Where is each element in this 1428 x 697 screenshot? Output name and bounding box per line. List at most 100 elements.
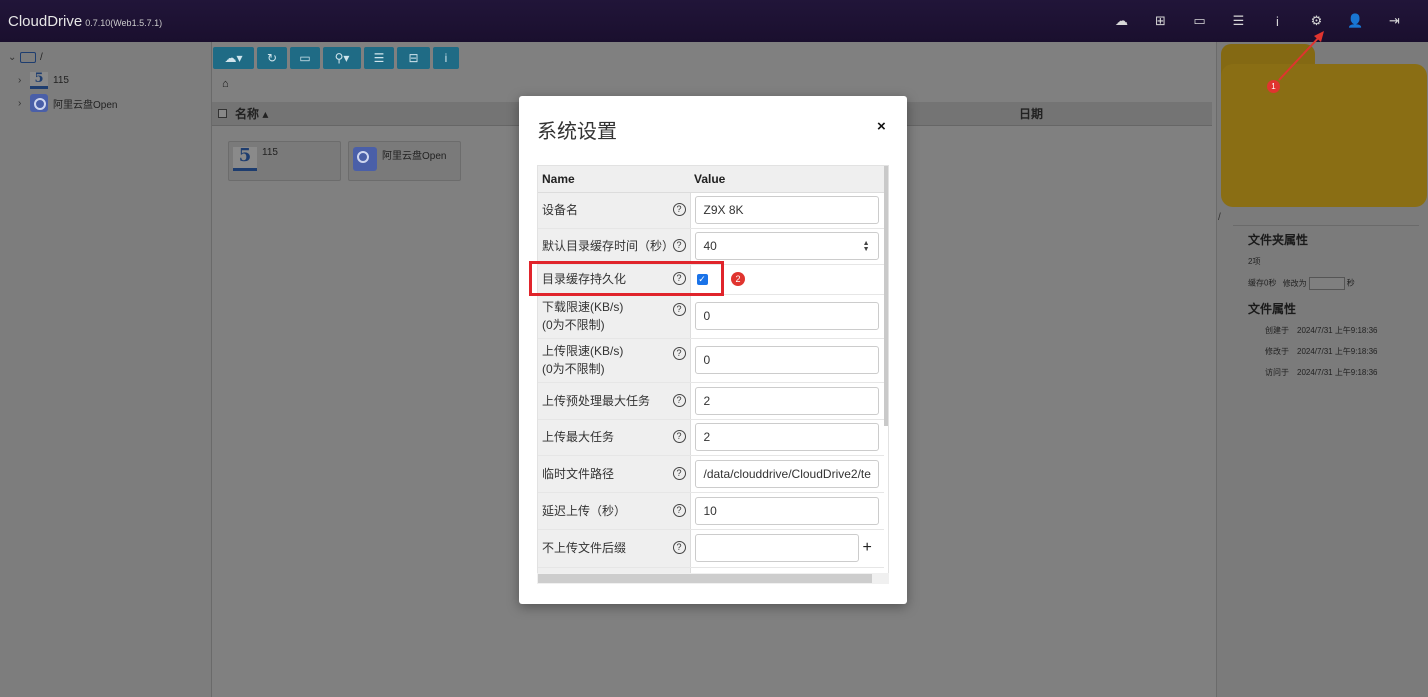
properties-panel: / 文件夹属性 2项 缓存0秒 修改为 秒 文件属性 创建于 2024/7/31 上… <box>1216 42 1428 697</box>
tree-root-label: / <box>40 52 43 63</box>
aliyun-logo-icon <box>353 147 377 171</box>
aliyun-logo-icon <box>30 94 48 112</box>
help-icon[interactable]: ? <box>672 503 686 517</box>
setting-name: 不上传文件后缀? <box>538 529 691 568</box>
upload-limit-input[interactable]: 0 <box>694 346 879 374</box>
chevron-right-icon[interactable]: › <box>18 75 30 86</box>
accessed-row: 访问于 2024/7/31 上午9:18:36 <box>1265 368 1378 377</box>
help-icon[interactable]: ? <box>672 466 686 480</box>
setting-row: 不上传文件后缀? + <box>538 529 884 568</box>
list-view-button[interactable]: ☰ <box>364 47 394 69</box>
preprocess-tasks-input[interactable]: 2 <box>694 386 879 415</box>
created-row: 创建于 2024/7/31 上午9:18:36 <box>1265 326 1378 335</box>
chevron-right-icon[interactable]: › <box>18 98 30 109</box>
sitemap-icon[interactable]: ⊞ <box>1141 13 1180 29</box>
settings-dialog: 系统设置 × Name Value 设备名? Z9X 8K 默认目录缓存时间（秒… <box>519 96 907 604</box>
cloud-dropdown-button[interactable]: ☁▾ <box>213 47 254 69</box>
dialog-title: 系统设置 <box>537 121 617 143</box>
search-dropdown-button[interactable]: ⚲▾ <box>323 47 361 69</box>
folder-props-title: 文件夹属性 <box>1248 233 1309 247</box>
monitor-icon[interactable]: ▭ <box>1180 13 1219 29</box>
settings-icon[interactable]: ⚙ <box>1297 13 1336 29</box>
setting-name: 设备名? <box>538 192 691 229</box>
setting-row: 延迟上传（秒）? 10 <box>538 492 884 530</box>
help-icon[interactable]: ? <box>672 541 686 554</box>
top-icons: ☁ ⊞ ▭ ☰ i ⚙ 👤 ⇥ <box>1102 0 1414 42</box>
tree-item-115[interactable]: › 5 115 <box>18 72 69 89</box>
spinner-icon[interactable]: ▲ ▼ <box>863 240 870 253</box>
device-name-input[interactable]: Z9X 8K <box>694 196 879 224</box>
upload-tasks-input[interactable]: 2 <box>694 423 879 451</box>
setting-name: 延迟上传（秒）? <box>538 492 691 530</box>
toolbar: ☁▾ ↻ ▭ ⚲▾ ☰ ⊟ i <box>213 47 459 69</box>
setting-name: 临时文件路径? <box>538 455 691 493</box>
cloud-icon[interactable]: ☁ <box>1102 13 1141 29</box>
file-tile-115[interactable]: 5 115 <box>228 141 341 181</box>
exclude-suffix-input[interactable] <box>694 534 859 562</box>
setting-name: 下载限速(KB/s) (0为不限制)? <box>538 294 691 339</box>
item-count: 2项 <box>1248 257 1261 266</box>
tree-item-label: 阿里云盘Open <box>53 99 118 111</box>
115-logo-icon: 5 <box>233 147 257 171</box>
refresh-button[interactable]: ↻ <box>257 47 287 69</box>
logout-icon[interactable]: ⇥ <box>1375 13 1414 29</box>
cache-time-input[interactable]: 40 ▲ ▼ <box>694 232 879 260</box>
modified-row: 修改于 2024/7/31 上午9:18:36 <box>1265 347 1378 356</box>
tree-view-button[interactable]: ⊟ <box>397 47 430 69</box>
app-version: 0.7.10(Web1.5.7.1) <box>85 17 163 28</box>
divider <box>1233 225 1419 226</box>
setting-row: 临时文件路径? /data/clouddrive/CloudDrive2/te <box>538 455 884 493</box>
setting-name: 上传预处理最大任务? <box>538 382 691 420</box>
temp-path-input[interactable]: /data/clouddrive/CloudDrive2/te <box>694 459 879 488</box>
setting-row: 上传预处理最大任务? 2 <box>538 382 884 420</box>
add-icon[interactable]: + <box>863 539 872 557</box>
annotation-arrow <box>1278 31 1324 81</box>
highlight-box <box>529 261 724 296</box>
select-all-checkbox[interactable] <box>218 109 227 118</box>
monitor-button[interactable]: ▭ <box>290 47 320 69</box>
task-list-icon[interactable]: ☰ <box>1219 13 1258 29</box>
delay-upload-input[interactable]: 10 <box>694 496 879 525</box>
folder-icon <box>20 52 36 63</box>
chevron-down-icon[interactable]: ⌄ <box>8 52 20 63</box>
setting-row: 上传最大任务? 2 <box>538 419 884 456</box>
help-icon[interactable]: ? <box>672 203 686 216</box>
column-header-name: Name <box>538 166 690 193</box>
app-brand: CloudDrive 0.7.10(Web1.5.7.1) <box>8 13 162 30</box>
setting-name: 上传限速(KB/s) (0为不限制)? <box>538 338 691 383</box>
close-icon[interactable]: × <box>877 118 886 135</box>
help-icon[interactable]: ? <box>672 302 686 316</box>
info-icon[interactable]: i <box>1258 14 1297 29</box>
download-limit-input[interactable]: 0 <box>694 302 879 330</box>
add-user-icon[interactable]: 👤 <box>1336 13 1375 29</box>
info-button[interactable]: i <box>433 47 459 69</box>
setting-row: 下载限速(KB/s) (0为不限制)? 0 <box>538 294 884 339</box>
home-icon[interactable]: ⌂ <box>222 78 229 90</box>
column-name[interactable]: 名称 ▴ <box>235 105 268 122</box>
cache-setting: 缓存0秒 修改为 秒 <box>1248 277 1355 290</box>
tree-item-aliyun[interactable]: › 阿里云盘Open <box>18 94 117 112</box>
file-props-title: 文件属性 <box>1248 302 1297 316</box>
help-icon[interactable]: ? <box>672 393 686 407</box>
column-date[interactable]: 日期 <box>1019 105 1043 122</box>
help-icon[interactable]: ? <box>672 239 686 252</box>
horizontal-scrollbar[interactable] <box>538 574 872 583</box>
annotation-step-1: 1 <box>1267 80 1280 93</box>
top-bar: CloudDrive 0.7.10(Web1.5.7.1) ☁ ⊞ ▭ ☰ i ⚙… <box>0 0 1428 42</box>
cache-input[interactable] <box>1308 277 1345 290</box>
tree-root[interactable]: ⌄ / <box>8 52 43 63</box>
help-icon[interactable]: ? <box>672 430 686 443</box>
file-tile-aliyun[interactable]: 阿里云盘Open <box>348 141 461 181</box>
tree-item-label: 115 <box>53 75 69 86</box>
help-icon[interactable]: ? <box>672 346 686 360</box>
cache-label: 缓存0秒 <box>1248 278 1277 288</box>
setting-row: 上传限速(KB/s) (0为不限制)? 0 <box>538 338 884 383</box>
setting-name: 默认目录缓存时间（秒）? <box>538 228 691 265</box>
annotation-step-2: 2 <box>731 272 745 286</box>
115-logo-icon: 5 <box>30 72 48 89</box>
folder-tree: ⌄ / › 5 115 › 阿里云盘Open <box>0 42 212 697</box>
vertical-scrollbar[interactable] <box>884 166 888 426</box>
seconds-unit: 秒 <box>1346 278 1355 288</box>
modify-label: 修改为 <box>1282 278 1307 288</box>
setting-name: 上传最大任务? <box>538 419 691 456</box>
